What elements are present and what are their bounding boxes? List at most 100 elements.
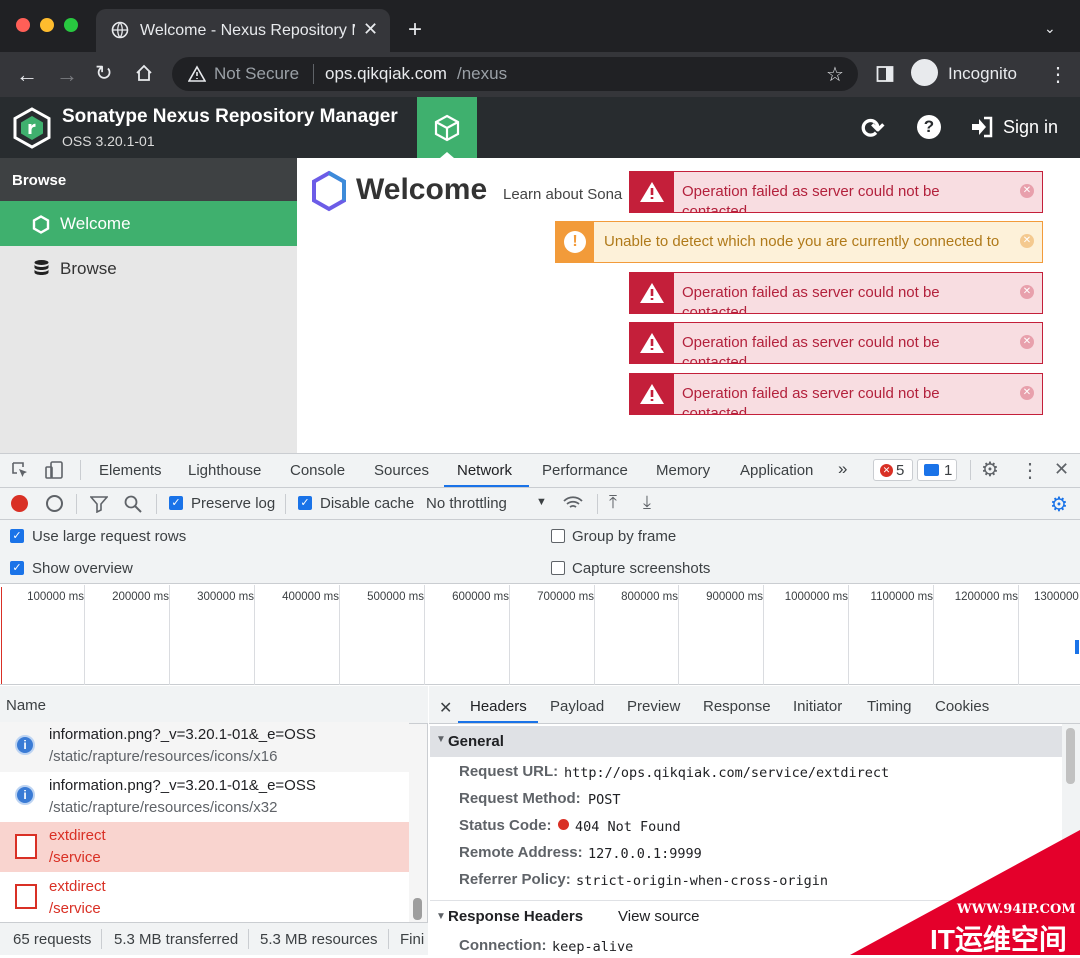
toast-message: Operation failed as server could not be …	[682, 385, 940, 415]
close-toast-icon[interactable]: ✕	[1020, 386, 1034, 400]
warning-triangle-icon[interactable]	[188, 65, 206, 83]
settings-gear-icon[interactable]: ⚙	[981, 457, 999, 482]
tab-cookies[interactable]: Cookies	[935, 698, 989, 715]
database-icon	[34, 260, 49, 275]
tab-sources[interactable]: Sources	[374, 462, 429, 479]
sign-in-icon[interactable]	[970, 116, 994, 138]
close-toast-icon[interactable]: ✕	[1020, 234, 1034, 248]
tab-timing[interactable]: Timing	[867, 698, 911, 715]
request-name: information.png?_v=3.20.1-01&_e=OSS	[49, 777, 316, 794]
reload-icon[interactable]: ↻	[95, 61, 113, 86]
profile-label[interactable]: Incognito	[948, 64, 1017, 84]
info-file-icon: i	[15, 785, 35, 805]
search-icon[interactable]	[124, 495, 142, 513]
alert-triangle-icon	[640, 333, 664, 353]
tab-search-chevron-icon[interactable]: ⌄	[1044, 20, 1056, 37]
error-toast: Operation failed as server could not be …	[629, 322, 1043, 364]
record-icon[interactable]	[11, 495, 28, 512]
message-icon	[924, 464, 939, 476]
expand-triangle-icon: ▼	[436, 911, 446, 922]
network-settings-gear-icon[interactable]: ⚙	[1050, 492, 1068, 517]
document-icon	[15, 884, 37, 909]
throttling-chevron-icon[interactable]: ▼	[536, 496, 547, 508]
close-window-button[interactable]	[16, 18, 30, 32]
response-headers-label[interactable]: Response Headers	[448, 908, 583, 925]
timeline-tick: 700000 ms	[509, 585, 594, 685]
close-toast-icon[interactable]: ✕	[1020, 184, 1034, 198]
timeline-tick: 1200000 ms	[933, 585, 1018, 685]
toast-message: Unable to detect which node you are curr…	[604, 233, 1000, 250]
tab-response[interactable]: Response	[703, 698, 771, 715]
home-icon[interactable]	[134, 63, 154, 83]
group-by-frame-checkbox[interactable]	[551, 529, 565, 543]
sign-in-link[interactable]: Sign in	[1003, 117, 1058, 138]
close-toast-icon[interactable]: ✕	[1020, 335, 1034, 349]
back-arrow-icon[interactable]: ←	[16, 62, 38, 88]
active-mode-pointer	[440, 152, 454, 158]
capture-screenshots-checkbox[interactable]	[551, 561, 565, 575]
large-rows-checkbox[interactable]: ✓	[10, 529, 24, 543]
throttling-select[interactable]: No throttling	[426, 495, 507, 512]
tab-elements[interactable]: Elements	[99, 462, 162, 479]
watermark-site: WWW.94IP.COM	[957, 902, 1076, 917]
tab-memory[interactable]: Memory	[656, 462, 710, 479]
forward-arrow-icon[interactable]: →	[56, 62, 78, 88]
network-conditions-icon[interactable]	[562, 494, 584, 512]
tab-title: Welcome - Nexus Repository M	[140, 22, 355, 39]
tab-console[interactable]: Console	[290, 462, 345, 479]
active-tab-indicator	[444, 485, 529, 487]
inspect-element-icon[interactable]	[11, 461, 29, 479]
devtools-menu-icon[interactable]: ⋮	[1020, 458, 1040, 483]
export-har-icon[interactable]: ⤓	[643, 492, 651, 513]
welcome-hexagon-icon	[312, 170, 346, 212]
tab-lighthouse[interactable]: Lighthouse	[188, 462, 261, 479]
timeline-tick: 300000 ms	[169, 585, 254, 685]
refresh-icon[interactable]: ⟳	[861, 112, 884, 145]
more-tabs-chevron-icon[interactable]: »	[838, 459, 847, 479]
disable-cache-checkbox[interactable]: ✓	[298, 496, 312, 510]
timeline-tick: 1000000 ms	[763, 585, 848, 685]
page-title: Welcome	[356, 173, 488, 206]
timeline-tick: 600000 ms	[424, 585, 509, 685]
incognito-icon[interactable]	[911, 59, 938, 86]
tab-performance[interactable]: Performance	[542, 462, 628, 479]
bookmark-star-icon[interactable]: ☆	[826, 62, 844, 87]
device-toolbar-icon[interactable]	[44, 460, 64, 480]
close-tab-icon[interactable]: ✕	[363, 19, 378, 40]
error-count-badge[interactable]	[873, 459, 913, 481]
kebab-menu-icon[interactable]: ⋮	[1048, 62, 1068, 87]
minimize-window-button[interactable]	[40, 18, 54, 32]
timeline-tick: 200000 ms	[84, 585, 169, 685]
preserve-log-checkbox[interactable]: ✓	[169, 496, 183, 510]
tab-headers[interactable]: Headers	[470, 698, 527, 715]
scrollbar-thumb[interactable]	[413, 898, 422, 920]
header-value: 127.0.0.1:9999	[588, 846, 702, 862]
close-devtools-icon[interactable]: ✕	[1054, 459, 1069, 480]
general-section-header[interactable]	[430, 726, 1062, 757]
tab-network[interactable]: Network	[457, 462, 512, 479]
show-overview-checkbox[interactable]: ✓	[10, 561, 24, 575]
clear-icon[interactable]	[46, 495, 63, 512]
name-column-header[interactable]: Name	[6, 697, 46, 714]
maximize-window-button[interactable]	[64, 18, 78, 32]
app-version: OSS 3.20.1-01	[62, 133, 155, 149]
filter-icon[interactable]	[90, 495, 108, 513]
toast-message: Operation failed as server could not be …	[682, 334, 940, 364]
tab-application[interactable]: Application	[740, 462, 813, 479]
side-panel-icon[interactable]	[876, 65, 894, 83]
help-icon[interactable]: ?	[917, 115, 941, 139]
tab-preview[interactable]: Preview	[627, 698, 680, 715]
divider	[76, 494, 77, 514]
close-detail-icon[interactable]: ✕	[439, 698, 452, 718]
scrollbar-thumb[interactable]	[1066, 728, 1075, 784]
header-key: Remote Address:	[459, 844, 583, 861]
alert-triangle-icon	[640, 384, 664, 404]
import-har-icon[interactable]: ⤒	[609, 492, 617, 513]
view-source-link[interactable]: View source	[618, 908, 699, 925]
close-toast-icon[interactable]: ✕	[1020, 285, 1034, 299]
request-list-scrollbar[interactable]	[409, 724, 427, 922]
tab-initiator[interactable]: Initiator	[793, 698, 842, 715]
request-list-header	[0, 686, 428, 724]
tab-payload[interactable]: Payload	[550, 698, 604, 715]
new-tab-button[interactable]: +	[408, 16, 422, 44]
